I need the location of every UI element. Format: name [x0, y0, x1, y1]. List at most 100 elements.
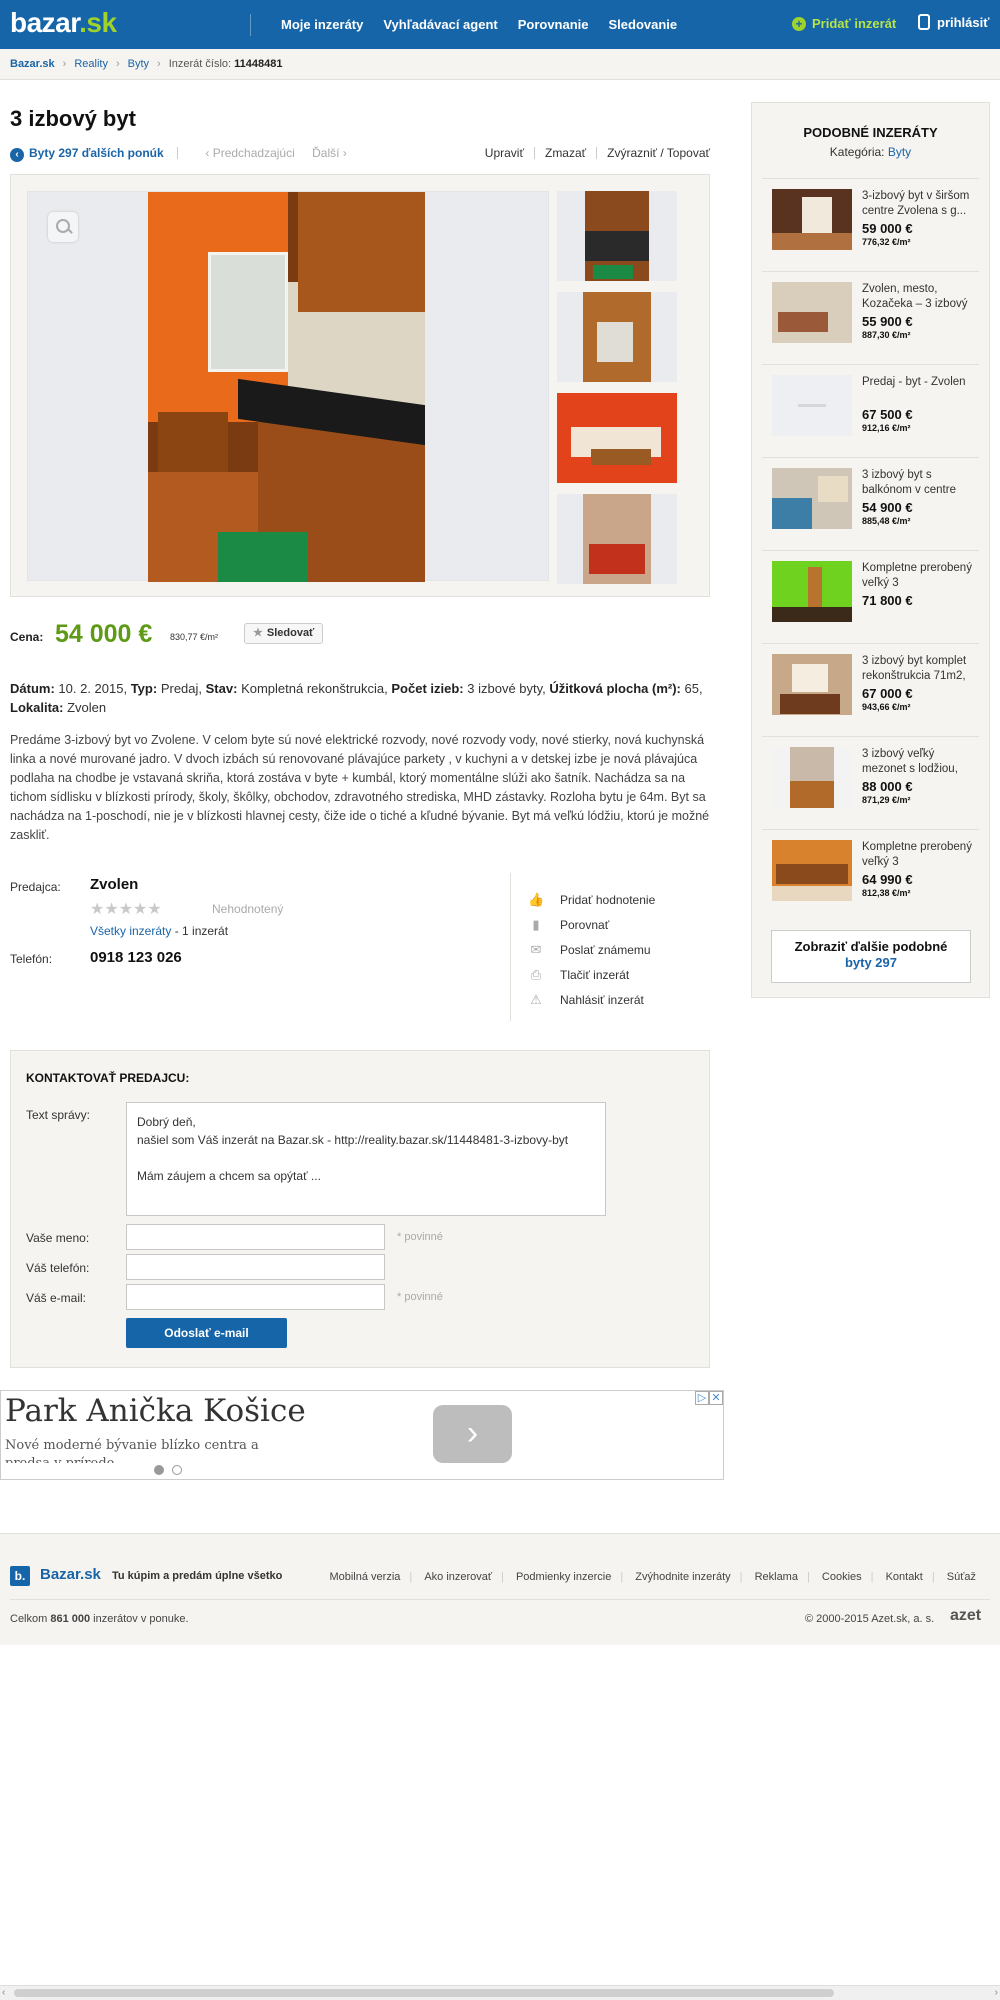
prev-link[interactable]: ‹ Predchadzajúci: [205, 146, 294, 160]
footer-link-how-to[interactable]: Ako inzerovať: [424, 1571, 492, 1583]
pager-dot[interactable]: [154, 1465, 164, 1475]
listing-thumbnail[interactable]: [772, 747, 852, 808]
list-item[interactable]: Kompletne prerobený veľký 3 64 990 € 812…: [762, 829, 979, 922]
ad-next-icon[interactable]: ›: [433, 1405, 512, 1463]
listing-thumbnail[interactable]: [772, 189, 852, 250]
scroll-left-icon[interactable]: ‹: [2, 1987, 5, 1998]
ad-choices-icon[interactable]: ▷ ✕: [695, 1391, 723, 1405]
listing-thumbnail[interactable]: [772, 468, 852, 529]
name-input[interactable]: [126, 1224, 385, 1250]
nav-search-agent[interactable]: Vyhľadávací agent: [383, 17, 497, 32]
add-listing-button[interactable]: + Pridať inzerát: [792, 16, 896, 31]
price-per-m2: 830,77 €/m²: [170, 632, 219, 642]
list-item[interactable]: 3-izbový byt v širšom centre Zvolena s g…: [762, 178, 979, 271]
footer-logo[interactable]: Bazar.sk: [40, 1566, 101, 1583]
listing-details: Dátum: 10. 2. 2015, Typ: Predaj, Stav: K…: [10, 681, 703, 715]
footer-logo-icon[interactable]: b.: [10, 1566, 30, 1586]
listing-thumbnail[interactable]: [772, 840, 852, 901]
ad-banner[interactable]: Park Anička Košice Nové moderné bývanie …: [0, 1390, 724, 1480]
ad-pager: [154, 1463, 190, 1478]
add-rating-action[interactable]: 👍 Pridať hodnotenie: [528, 887, 655, 912]
azet-logo[interactable]: azet: [950, 1607, 981, 1625]
warning-icon: ⚠: [530, 991, 542, 1007]
ad-title: Park Anička Košice: [5, 1393, 306, 1429]
login-button[interactable]: prihlásiť: [918, 14, 989, 30]
follow-button[interactable]: ★ Sledovať: [244, 623, 324, 644]
nav-watching[interactable]: Sledovanie: [609, 17, 678, 32]
rating-stars-icon[interactable]: ★★★★★: [90, 899, 162, 919]
footer-link-promote[interactable]: Zvýhodnite inzeráty: [635, 1571, 730, 1583]
phone-input[interactable]: [126, 1254, 385, 1280]
next-link[interactable]: Ďalší ›: [312, 146, 347, 160]
list-item[interactable]: 3 izbový byt komplet rekonštrukcia 71m2,…: [762, 643, 979, 736]
breadcrumb-home[interactable]: Bazar.sk: [10, 58, 55, 70]
pager-dot[interactable]: [172, 1465, 182, 1475]
similar-ads-sidebar: PODOBNÉ INZERÁTY Kategória: Byty 3-izbov…: [751, 102, 990, 998]
list-item[interactable]: 3 izbový byt s balkónom v centre 54 900 …: [762, 457, 979, 550]
plus-icon: +: [792, 17, 806, 31]
listing-thumbnail[interactable]: [772, 561, 852, 622]
thumbnail[interactable]: [557, 191, 677, 281]
send-to-friend-action[interactable]: ✉ Poslať známemu: [528, 937, 655, 962]
rating-status: Nehodnotený: [212, 902, 284, 916]
required-note: * povinné: [397, 1231, 443, 1243]
sidebar-category-link[interactable]: Byty: [888, 145, 911, 159]
report-action[interactable]: ⚠ Nahlásiť inzerát: [528, 987, 655, 1012]
show-more-similar-button[interactable]: Zobraziť ďalšie podobné byty 297: [771, 930, 971, 983]
list-item[interactable]: 3 izbový veľký mezonet s lodžiou, 88 000…: [762, 736, 979, 829]
list-item[interactable]: Kompletne prerobený veľký 3 71 800 €: [762, 550, 979, 643]
highlight-link[interactable]: Zvýrazniť / Topovať: [607, 146, 710, 160]
print-action[interactable]: ⎙ Tlačiť inzerát: [528, 962, 655, 987]
seller-actions: 👍 Pridať hodnotenie ▮ Porovnať ✉ Poslať zná…: [528, 887, 655, 1012]
list-item[interactable]: Zvolen, mesto, Kozačeka – 3 izbový 55 90…: [762, 271, 979, 364]
nav-compare[interactable]: Porovnanie: [518, 17, 589, 32]
phone-label: Telefón:: [10, 952, 53, 966]
email-label: Váš e-mail:: [26, 1291, 87, 1305]
message-label: Text správy:: [26, 1108, 91, 1122]
breadcrumb-byty[interactable]: Byty: [128, 58, 149, 70]
footer-link-contact[interactable]: Kontakt: [886, 1571, 923, 1583]
breadcrumb-reality[interactable]: Reality: [74, 58, 108, 70]
ad-subtitle: Nové moderné bývanie blízko centra a pre…: [5, 1438, 259, 1463]
divider: [533, 147, 535, 159]
email-input[interactable]: [126, 1284, 385, 1310]
footer-divider: [10, 1599, 990, 1600]
message-textarea[interactable]: Dobrý deň, našiel som Váš inzerát na Baz…: [126, 1102, 606, 1216]
list-item[interactable]: Predaj - byt - Zvolen 67 500 € 912,16 €/…: [762, 364, 979, 457]
footer-link-terms[interactable]: Podmienky inzercie: [516, 1571, 611, 1583]
horizontal-scrollbar[interactable]: ‹ ›: [0, 1985, 1000, 2000]
listing-thumbnail[interactable]: [772, 282, 852, 343]
scroll-right-icon[interactable]: ›: [995, 1987, 998, 1998]
chevron-right-icon: ›: [62, 58, 67, 70]
footer-link-contest[interactable]: Súťaž: [947, 1571, 976, 1583]
thumbnail[interactable]: [557, 393, 677, 483]
send-email-button[interactable]: Odoslať e-mail: [126, 1318, 287, 1348]
main-photo[interactable]: [27, 191, 549, 582]
seller-phone[interactable]: 0918 123 026: [90, 949, 182, 966]
back-to-list-link[interactable]: ‹ Byty 297 ďalších ponúk: [10, 146, 164, 162]
page-title: 3 izbový byt: [10, 106, 136, 131]
compare-action[interactable]: ▮ Porovnať: [528, 912, 655, 937]
star-icon: ★: [253, 627, 263, 639]
breadcrumb: Bazar.sk › Reality › Byty › Inzerát číslo: 114…: [0, 49, 1000, 80]
contact-form: KONTAKTOVAŤ PREDAJCU: Text správy: Dobrý…: [10, 1050, 710, 1368]
zoom-icon[interactable]: [48, 212, 78, 242]
chevron-right-icon: ›: [157, 58, 161, 70]
listing-thumbnail[interactable]: [772, 654, 852, 715]
sidebar-title: PODOBNÉ INZERÁTY: [803, 125, 938, 140]
all-ads-link[interactable]: Všetky inzeráty: [90, 924, 171, 938]
top-bar: bazar.sk Moje inzeráty Vyhľadávací agent…: [0, 0, 1000, 49]
footer-link-mobile[interactable]: Mobilná verzia: [329, 1571, 400, 1583]
delete-link[interactable]: Zmazať: [545, 146, 586, 160]
scrollbar-thumb[interactable]: [14, 1989, 834, 1997]
site-logo[interactable]: bazar.sk: [10, 7, 117, 39]
edit-link[interactable]: Upraviť: [485, 146, 524, 160]
divider: [510, 873, 511, 1021]
nav-my-ads[interactable]: Moje inzeráty: [281, 17, 363, 32]
footer-link-ads[interactable]: Reklama: [755, 1571, 798, 1583]
listing-thumbnail[interactable]: [772, 375, 852, 436]
divider: [596, 147, 598, 159]
thumbnail[interactable]: [557, 292, 677, 382]
footer-link-cookies[interactable]: Cookies: [822, 1571, 862, 1583]
thumbnail[interactable]: [557, 494, 677, 584]
